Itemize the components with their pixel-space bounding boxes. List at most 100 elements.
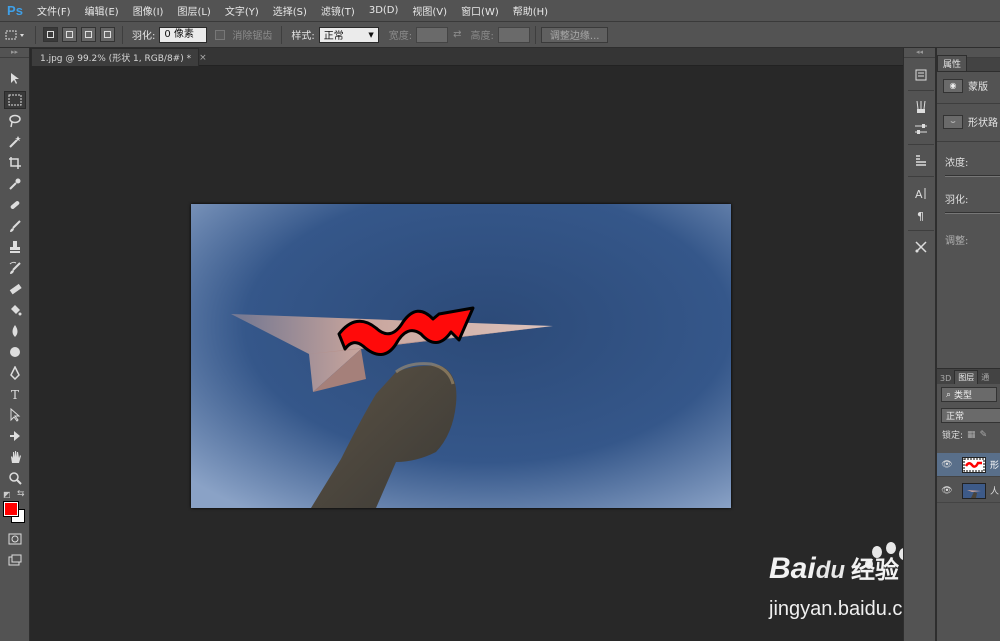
refine-edge-button[interactable]: 调整边缘...	[540, 26, 609, 43]
hand-tool-icon[interactable]	[4, 448, 26, 466]
layer-thumbnail-photo	[962, 482, 986, 499]
mask-label: 蒙版	[968, 82, 988, 93]
baidu-jingyan: 经验	[851, 557, 900, 584]
brush-presets-icon[interactable]	[910, 98, 932, 116]
history-panel-icon[interactable]	[910, 66, 932, 84]
menu-layer[interactable]: 图层(L)	[170, 3, 217, 18]
history-brush-tool-icon[interactable]	[4, 259, 26, 277]
document-tab[interactable]: 1.jpg @ 99.2% (形状 1, RGB/8#) * ×	[31, 48, 207, 66]
paint-bucket-tool-icon[interactable]	[4, 301, 26, 319]
panel-grip[interactable]: ▸▸	[0, 48, 29, 58]
lock-paint-icon[interactable]: ✎	[980, 430, 988, 440]
foreground-color-swatch[interactable]	[3, 501, 19, 517]
shape-path-label: 形状路	[968, 118, 998, 129]
menu-filter[interactable]: 滤镜(T)	[314, 3, 362, 18]
subtract-selection-button[interactable]	[81, 27, 96, 42]
separator	[908, 90, 934, 91]
layer-row[interactable]: 👁 人	[937, 479, 1000, 503]
tab-channels[interactable]: 通	[978, 371, 992, 384]
eraser-tool-icon[interactable]	[4, 280, 26, 298]
tools-panel: ▸▸ T ◩ ⇆	[0, 48, 30, 641]
feather-slider[interactable]	[945, 212, 1000, 214]
blend-mode-select[interactable]: 正常	[941, 408, 1000, 423]
pen-tool-icon[interactable]	[4, 364, 26, 382]
dodge-tool-icon[interactable]	[4, 343, 26, 361]
properties-tab[interactable]: 属性	[937, 55, 968, 71]
baidu-brand-text: Baidu 经验	[769, 550, 899, 586]
blur-tool-icon[interactable]	[4, 322, 26, 340]
document-image[interactable]	[191, 204, 731, 508]
width-input[interactable]	[416, 26, 449, 43]
swap-dimensions-icon[interactable]: ⇄	[453, 29, 461, 40]
lock-transparent-icon[interactable]: ▦	[967, 430, 976, 440]
antialias-label: 消除锯齿	[232, 31, 273, 42]
clone-source-icon[interactable]	[910, 152, 932, 170]
intersect-selection-button[interactable]	[100, 27, 115, 42]
path-selection-tool-icon[interactable]	[4, 406, 26, 424]
properties-panel: 属性 ◉ 蒙版 ⌣ 形状路 浓度: 羽化: 调整:	[936, 48, 1000, 368]
menu-window[interactable]: 窗口(W)	[454, 3, 506, 18]
healing-brush-tool-icon[interactable]	[4, 196, 26, 214]
search-icon: ⌕	[946, 389, 952, 400]
adjust-label: 调整:	[945, 236, 969, 247]
menu-type[interactable]: 文字(Y)	[218, 3, 266, 18]
tool-presets-icon[interactable]	[910, 238, 932, 256]
screen-mode-icon[interactable]	[4, 551, 26, 569]
layer-row[interactable]: 👁 形	[937, 453, 1000, 477]
menu-help[interactable]: 帮助(H)	[506, 3, 555, 18]
menu-select[interactable]: 选择(S)	[266, 3, 314, 18]
shape-path-row[interactable]: ⌣ 形状路	[937, 114, 1000, 129]
height-input[interactable]	[497, 26, 530, 43]
antialias-checkbox[interactable]	[215, 29, 226, 40]
menu-file[interactable]: 文件(F)	[30, 3, 78, 18]
density-slider[interactable]	[945, 175, 1000, 177]
custom-shape-tool-icon[interactable]	[4, 427, 26, 445]
tool-preset-picker[interactable]	[0, 25, 30, 45]
character-panel-icon[interactable]: A	[910, 184, 932, 202]
menu-3d[interactable]: 3D(D)	[362, 5, 406, 16]
tab-3d[interactable]: 3D	[937, 373, 954, 384]
paragraph-panel-icon[interactable]: ¶	[910, 206, 932, 224]
baidu-du: du	[815, 557, 846, 584]
brush-tool-icon[interactable]	[4, 217, 26, 235]
eye-icon[interactable]: 👁	[937, 460, 957, 470]
canvas-area[interactable]: Baidu 经验 jingyan.baidu.com	[31, 66, 930, 641]
menu-image[interactable]: 图像(I)	[126, 3, 171, 18]
crop-tool-icon[interactable]	[4, 154, 26, 172]
marquee-tool-icon[interactable]	[4, 91, 26, 109]
style-value: 正常	[323, 31, 344, 42]
layers-panel: 3D 图层 通 ⌕ 类型 正常 锁定: ▦ ✎ 👁 形 👁 人	[936, 368, 1000, 641]
layer-filter-select[interactable]: ⌕ 类型	[941, 387, 997, 402]
type-tool-icon[interactable]: T	[4, 385, 26, 403]
separator	[908, 176, 934, 177]
lock-label: 锁定:	[942, 431, 964, 441]
quick-mask-icon[interactable]	[4, 530, 26, 548]
clone-stamp-tool-icon[interactable]	[4, 238, 26, 256]
menu-view[interactable]: 视图(V)	[405, 3, 454, 18]
new-selection-button[interactable]	[43, 27, 58, 42]
feather-input[interactable]: 0 像素	[159, 26, 208, 43]
paper-plane-photo	[191, 204, 731, 508]
swap-colors-icon[interactable]: ⇆	[17, 489, 25, 499]
options-bar: 羽化: 0 像素 消除锯齿 样式: 正常 ▼ 宽度: ⇄ 高度: 调整边缘...	[0, 22, 1000, 48]
eye-icon[interactable]: 👁	[937, 486, 957, 496]
close-tab-icon[interactable]: ×	[199, 53, 207, 63]
tab-layers[interactable]: 图层	[954, 370, 979, 384]
magic-wand-tool-icon[interactable]	[4, 133, 26, 151]
lasso-tool-icon[interactable]	[4, 112, 26, 130]
panel-grip[interactable]: ◂◂	[904, 48, 935, 58]
adjustment-sliders-icon[interactable]	[910, 120, 932, 138]
zoom-tool-icon[interactable]	[4, 469, 26, 487]
width-label: 宽度:	[388, 31, 413, 42]
mask-row[interactable]: ◉ 蒙版	[937, 78, 1000, 93]
eyedropper-tool-icon[interactable]	[4, 175, 26, 193]
blend-mode-value: 正常	[946, 412, 965, 422]
baidu-brand: Bai	[769, 552, 816, 585]
move-tool-icon[interactable]	[4, 70, 26, 88]
separator	[122, 25, 123, 44]
menu-edit[interactable]: 编辑(E)	[78, 3, 126, 18]
style-select[interactable]: 正常 ▼	[318, 26, 379, 43]
add-selection-button[interactable]	[62, 27, 77, 42]
default-colors-icon[interactable]: ◩	[3, 490, 11, 499]
style-label: 样式:	[291, 31, 315, 42]
